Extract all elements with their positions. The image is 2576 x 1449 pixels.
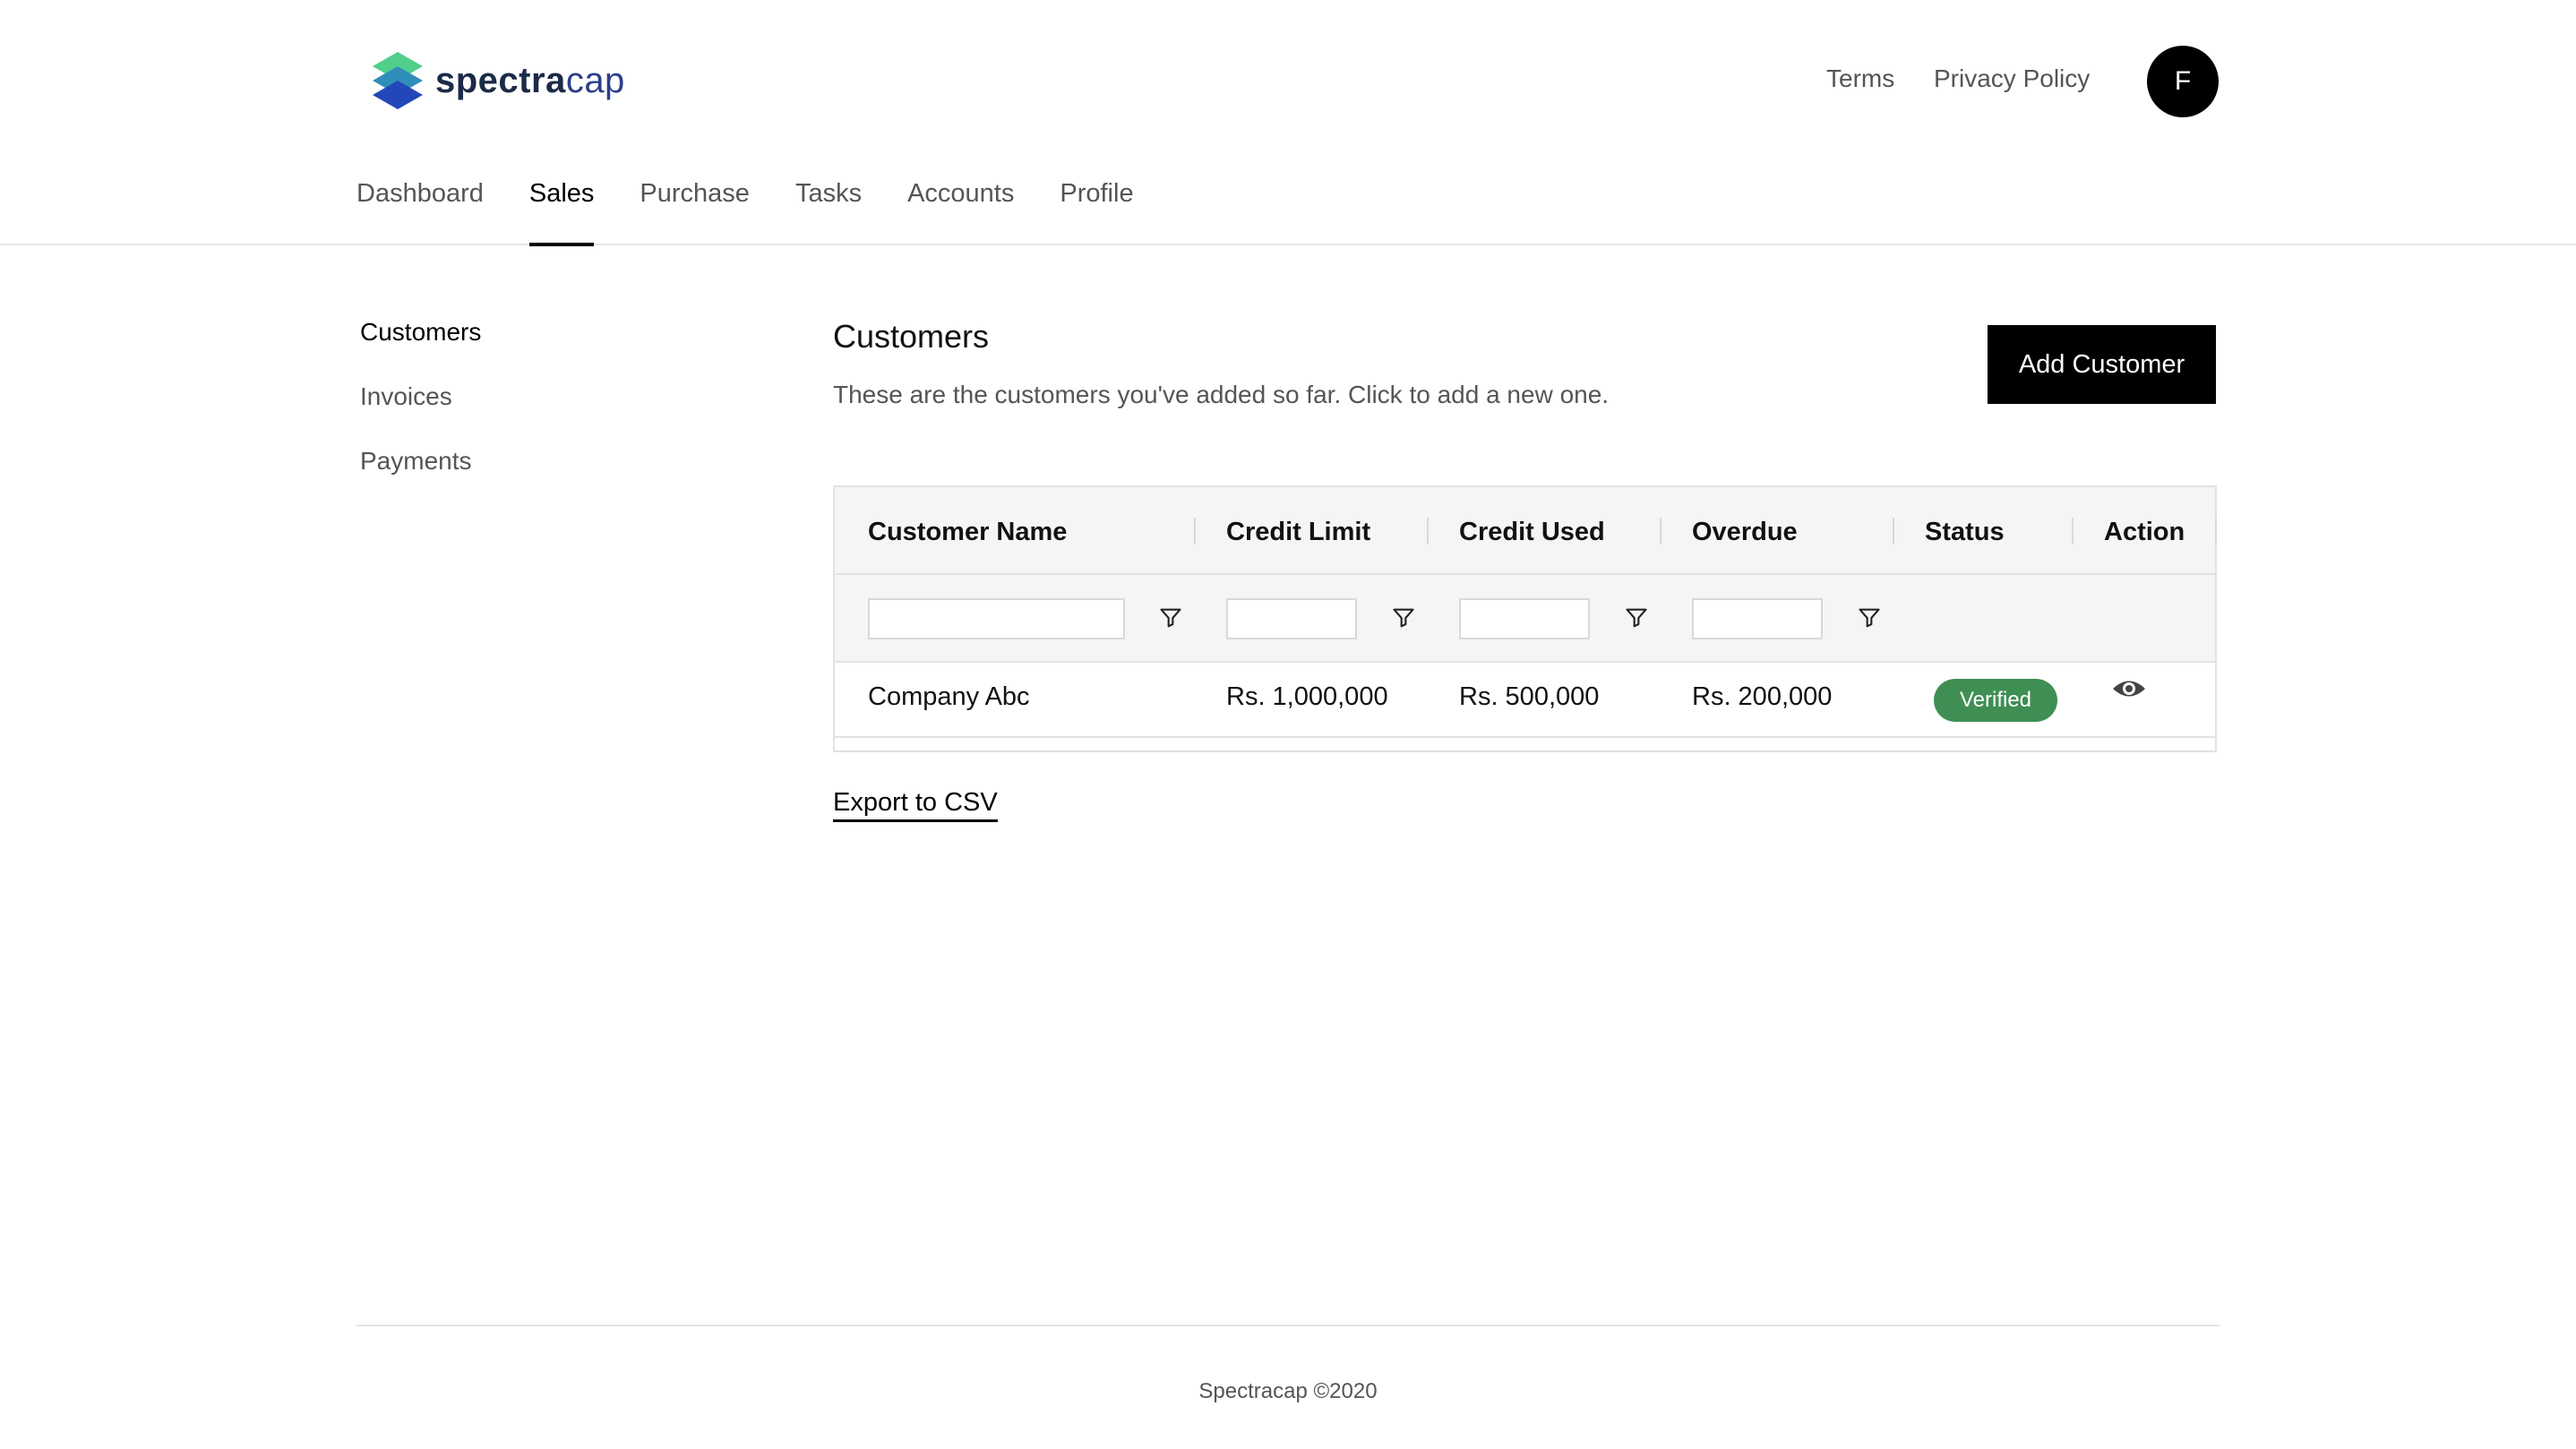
column-divider bbox=[2072, 518, 2074, 544]
column-divider bbox=[1893, 518, 1894, 544]
column-divider bbox=[1194, 518, 1196, 544]
sidebar: Customers Invoices Payments bbox=[360, 318, 481, 511]
column-divider bbox=[2215, 518, 2217, 544]
table-header: Customer Name Credit Limit Credit Used O… bbox=[835, 487, 2217, 575]
main-nav-tabs: Dashboard Sales Purchase Tasks Accounts … bbox=[356, 179, 1180, 246]
sidebar-item-payments[interactable]: Payments bbox=[360, 447, 481, 511]
customers-table: Customer Name Credit Limit Credit Used O… bbox=[833, 485, 2217, 752]
status-badge: Verified bbox=[1934, 679, 2057, 722]
export-csv-link[interactable]: Export to CSV bbox=[833, 788, 998, 822]
tab-dashboard[interactable]: Dashboard bbox=[356, 179, 484, 245]
credit-limit-filter-input[interactable] bbox=[1226, 598, 1357, 639]
overdue-filter-input[interactable] bbox=[1692, 598, 1823, 639]
overdue-cell: Rs. 200,000 bbox=[1692, 682, 1833, 711]
column-divider bbox=[1427, 518, 1429, 544]
footer-divider bbox=[356, 1325, 2220, 1326]
customer-name-cell: Company Abc bbox=[868, 682, 1030, 711]
column-header-overdue[interactable]: Overdue bbox=[1692, 518, 1798, 547]
column-divider bbox=[1660, 518, 1662, 544]
column-header-credit-limit[interactable]: Credit Limit bbox=[1226, 518, 1370, 547]
sidebar-item-invoices[interactable]: Invoices bbox=[360, 382, 481, 447]
page-subtitle: These are the customers you've added so … bbox=[833, 381, 1610, 408]
filter-icon[interactable] bbox=[1857, 605, 1882, 630]
tab-accounts[interactable]: Accounts bbox=[907, 179, 1014, 245]
add-customer-button[interactable]: Add Customer bbox=[1988, 325, 2216, 404]
sidebar-item-customers[interactable]: Customers bbox=[360, 318, 481, 382]
brand-name: spectracap bbox=[435, 61, 625, 101]
terms-link[interactable]: Terms bbox=[1826, 64, 1894, 93]
column-header-status[interactable]: Status bbox=[1925, 518, 2005, 547]
footer-copyright: Spectracap ©2020 bbox=[1198, 1379, 1378, 1403]
filter-icon[interactable] bbox=[1158, 605, 1183, 630]
filter-icon[interactable] bbox=[1391, 605, 1416, 630]
column-header-credit-used[interactable]: Credit Used bbox=[1459, 518, 1605, 547]
credit-used-filter-input[interactable] bbox=[1459, 598, 1590, 639]
credit-used-cell: Rs. 500,000 bbox=[1459, 682, 1600, 711]
privacy-policy-link[interactable]: Privacy Policy bbox=[1934, 64, 2090, 93]
tab-sales[interactable]: Sales bbox=[528, 179, 594, 246]
brand-logo[interactable]: spectracap bbox=[367, 48, 625, 113]
filter-icon[interactable] bbox=[1624, 605, 1649, 630]
brand-name-light: cap bbox=[565, 60, 625, 100]
column-header-customer-name[interactable]: Customer Name bbox=[868, 518, 1067, 547]
user-avatar[interactable]: F bbox=[2147, 46, 2219, 117]
credit-limit-cell: Rs. 1,000,000 bbox=[1226, 682, 1388, 711]
tab-tasks[interactable]: Tasks bbox=[795, 179, 862, 245]
tab-purchase[interactable]: Purchase bbox=[640, 179, 750, 245]
eye-icon[interactable] bbox=[2111, 675, 2147, 702]
customer-name-filter-input[interactable] bbox=[868, 598, 1125, 639]
column-header-action[interactable]: Action bbox=[2104, 518, 2185, 547]
table-row[interactable]: Company Abc Rs. 1,000,000 Rs. 500,000 Rs… bbox=[835, 663, 2215, 738]
top-header: spectracap Terms Privacy Policy F Dashbo… bbox=[0, 0, 2576, 246]
spectracap-logo-icon bbox=[373, 52, 423, 109]
table-filter-row bbox=[835, 575, 2215, 663]
tab-profile[interactable]: Profile bbox=[1060, 179, 1133, 245]
page-title: Customers bbox=[833, 318, 990, 355]
brand-name-bold: spectra bbox=[435, 60, 566, 100]
